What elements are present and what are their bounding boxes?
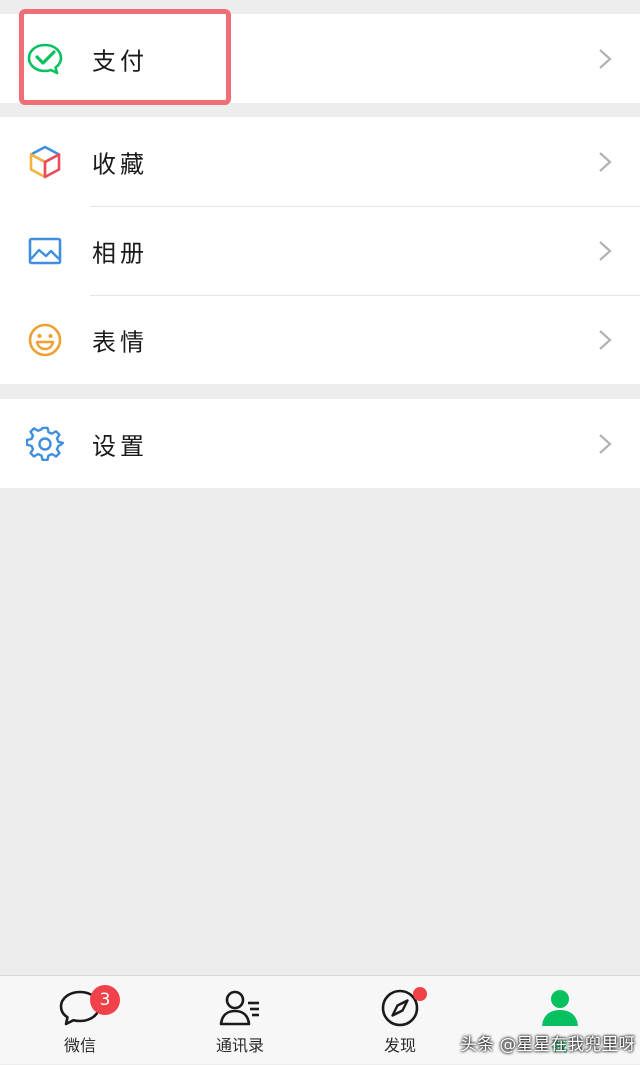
menu-item-settings[interactable]: 设置 xyxy=(0,399,640,488)
menu-item-label: 表情 xyxy=(92,328,148,356)
menu-item-album[interactable]: 相册 xyxy=(0,206,640,295)
menu-item-stickers[interactable]: 表情 xyxy=(0,295,640,384)
chevron-right-icon xyxy=(599,240,612,261)
menu-item-label: 相册 xyxy=(92,239,148,267)
cube-icon xyxy=(26,143,64,181)
chevron-right-icon xyxy=(599,151,612,172)
image-icon xyxy=(26,232,64,270)
chevron-right-icon xyxy=(599,48,612,69)
chevron-right-icon xyxy=(599,329,612,350)
unread-badge: 3 xyxy=(90,985,120,1015)
watermark: 头条 @星星在我兜里呀 xyxy=(460,1035,636,1055)
tab-label: 通讯录 xyxy=(215,1036,264,1055)
smiley-icon xyxy=(26,321,64,359)
highlight-box xyxy=(19,9,231,105)
tab-contacts[interactable]: 通讯录 xyxy=(190,976,290,1065)
chevron-right-icon xyxy=(599,433,612,454)
new-dot-badge xyxy=(413,987,427,1001)
menu-item-favorites[interactable]: 收藏 xyxy=(0,117,640,206)
features-group: 收藏 相册 表情 xyxy=(0,117,640,384)
tab-label: 发现 xyxy=(383,1036,416,1055)
person-icon xyxy=(542,990,578,1026)
contacts-icon xyxy=(219,990,259,1026)
gear-icon xyxy=(26,425,64,463)
menu-item-label: 设置 xyxy=(92,432,148,460)
tab-label: 微信 xyxy=(63,1036,96,1055)
tab-discover[interactable]: 发现 xyxy=(350,976,450,1065)
settings-group: 设置 xyxy=(0,399,640,488)
menu-item-label: 收藏 xyxy=(92,150,148,178)
